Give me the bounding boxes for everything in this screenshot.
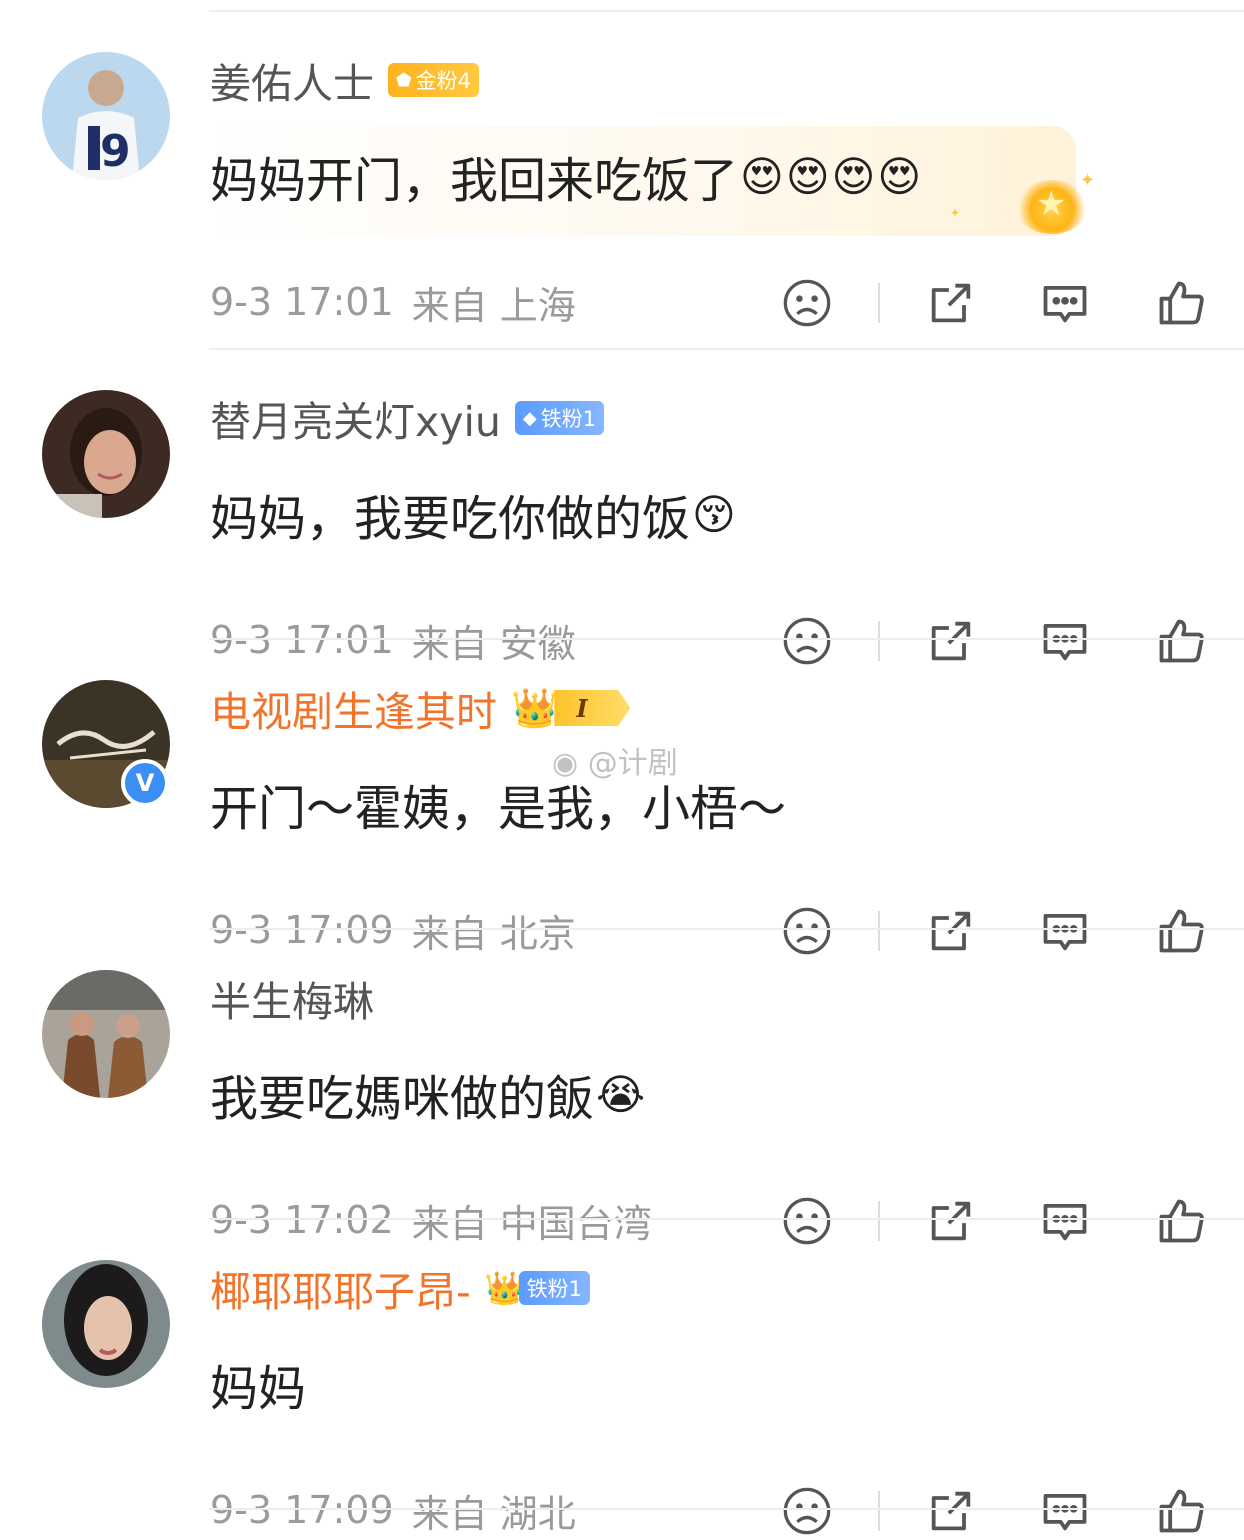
heart-eyes-emoji: 😍 [831, 151, 876, 201]
fan-badge[interactable]: ⬟ 金粉4 [388, 63, 480, 97]
timestamp: 9-3 17:09 [210, 1488, 394, 1532]
reply-button[interactable] [1036, 1482, 1094, 1540]
username[interactable]: 椰耶耶耶子昂- [210, 1258, 471, 1318]
heart-eyes-emoji: 😍 [740, 151, 784, 201]
comment-body: 妈妈开门，我回来吃饭了 [210, 153, 739, 209]
username[interactable]: 半生梅琳 [210, 968, 374, 1028]
weibo-logo-icon: ◉ [552, 746, 579, 781]
location: 来自 湖北 [411, 1491, 576, 1536]
comment-body: 妈妈 [210, 1361, 307, 1417]
verified-v-icon: V [121, 759, 169, 807]
pentagon-gem-icon: ⬟ [396, 69, 412, 91]
comment-icon [1043, 1493, 1087, 1531]
star-medal-icon: ★ [1016, 180, 1088, 234]
comment-body: 开门～霍姨，是我，小梧～ [210, 781, 787, 837]
comment-actions [770, 1482, 1230, 1540]
comment-item: 9 姜佑人士 ⬟ 金粉4 ★ ✦ ✦ 妈妈开门，我回来吃饭了 😍 😍 😍 😍 9… [0, 10, 1244, 328]
share-icon [931, 1491, 971, 1531]
timestamp: 9-3 17:01 [210, 280, 394, 324]
comment-meta: 9-3 17:01 来自 上海 [210, 272, 576, 332]
comment-body: 妈妈，我要吃你做的饭 [210, 491, 691, 547]
dislike-button[interactable] [778, 1482, 836, 1540]
diamond-icon: ◆ [522, 407, 537, 429]
avatar[interactable]: 9 [42, 52, 170, 180]
heart-eyes-emoji: 😍 [877, 151, 922, 201]
heart-eyes-emoji: 😍 [785, 151, 830, 201]
username[interactable]: 替月亮关灯xyiu [210, 388, 501, 448]
sad-face-icon [783, 1487, 831, 1535]
avatar[interactable] [42, 970, 170, 1098]
crying-emoji: 😭 [596, 1069, 646, 1119]
fan-badge-label: 金粉4 [415, 69, 472, 93]
fan-badge-label: 铁粉1 [526, 1277, 583, 1301]
comment-icon [1043, 285, 1087, 323]
dislike-button[interactable] [778, 274, 836, 332]
svg-text:9: 9 [100, 126, 131, 177]
location: 来自 上海 [411, 283, 576, 328]
comment-text: 开门～霍姨，是我，小梧～ [210, 764, 786, 844]
comment-item: V 电视剧生逢其时 👑 I 开门～霍姨，是我，小梧～ 9-3 17:09 来自 … [0, 638, 1244, 956]
sad-face-icon [783, 279, 831, 327]
blushing-emoji: 😚 [692, 489, 736, 539]
comment-item: 椰耶耶耶子昂- 👑 铁粉1 妈妈 9-3 17:09 来自 湖北 [0, 1218, 1244, 1536]
share-button[interactable] [922, 1482, 980, 1540]
comment-item: 替月亮关灯xyiu ◆ 铁粉1 妈妈，我要吃你做的饭 😚 9-3 17:01 来… [0, 348, 1244, 666]
vip-level-badge[interactable]: 👑 I [511, 686, 631, 730]
avatar[interactable] [42, 1260, 170, 1388]
comment-text: 妈妈，我要吃你做的饭 😚 [210, 474, 736, 554]
vip-level-label: I [554, 690, 631, 726]
comment-text: 我要吃媽咪做的飯 😭 [210, 1054, 645, 1134]
divider [209, 1508, 1244, 1510]
avatar[interactable] [42, 390, 170, 518]
action-separator [878, 283, 880, 323]
thumbs-up-icon [1159, 1489, 1204, 1533]
fan-badge-pill: 铁粉1 [518, 1271, 591, 1305]
crown-icon: 👑 [511, 686, 559, 730]
share-button[interactable] [922, 274, 980, 332]
fan-badge-label: 铁粉1 [540, 407, 597, 431]
comment-actions [770, 274, 1230, 332]
weibo-watermark: ◉ @计剧 [552, 738, 678, 782]
fan-badge[interactable]: ◆ 铁粉1 [514, 401, 605, 435]
watermark-text: @计剧 [587, 746, 678, 781]
thumbs-up-icon [1159, 281, 1204, 325]
username[interactable]: 姜佑人士 [210, 50, 374, 110]
comment-item: 半生梅琳 我要吃媽咪做的飯 😭 9-3 17:02 来自 中国台湾 [0, 928, 1244, 1246]
like-button[interactable] [1152, 274, 1210, 332]
comment-text: 妈妈开门，我回来吃饭了 😍 😍 😍 😍 [210, 136, 921, 216]
share-icon [931, 283, 971, 323]
fan-badge[interactable]: 👑 铁粉1 [485, 1271, 591, 1305]
username[interactable]: 电视剧生逢其时 [210, 678, 497, 738]
like-button[interactable] [1152, 1482, 1210, 1540]
sparkle-icon: ✦ [950, 206, 961, 220]
action-separator [878, 1491, 880, 1531]
reply-button[interactable] [1036, 274, 1094, 332]
comment-text: 妈妈 [210, 1344, 306, 1424]
comment-body: 我要吃媽咪做的飯 [210, 1071, 595, 1127]
comment-meta: 9-3 17:09 来自 湖北 [210, 1480, 576, 1540]
sparkle-icon: ✦ [1080, 170, 1096, 191]
